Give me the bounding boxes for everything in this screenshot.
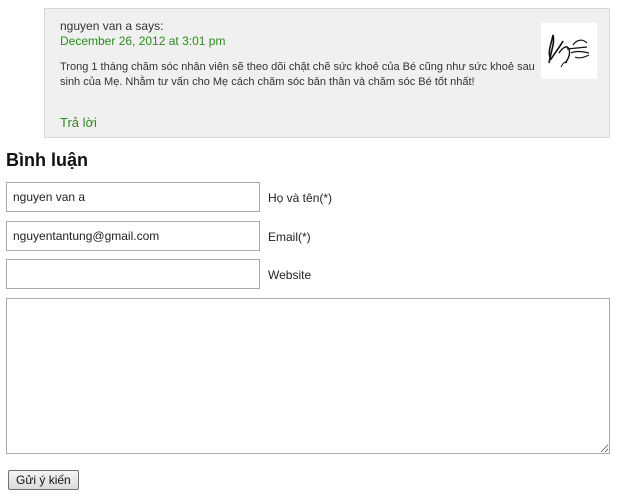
submit-button[interactable]: Gửi ý kiến (8, 470, 79, 490)
comment-page: nguyen van a says: December 26, 2012 at … (0, 0, 620, 494)
signature-avatar-icon (548, 34, 590, 68)
comment-text: Trong 1 tháng chăm sóc nhân viên sẽ theo… (60, 61, 535, 88)
name-field[interactable] (6, 182, 260, 212)
comment-author: nguyen van a says: (60, 19, 164, 33)
name-label: Họ và tên(*) (268, 191, 333, 205)
email-field[interactable] (6, 221, 260, 251)
website-label: Website (268, 268, 312, 282)
comment-date-link[interactable]: December 26, 2012 at 3:01 pm (60, 34, 225, 48)
website-field[interactable] (6, 259, 260, 289)
avatar (541, 23, 597, 79)
message-textarea[interactable] (6, 298, 610, 454)
comment-box: nguyen van a says: December 26, 2012 at … (44, 8, 610, 138)
comment-form-title: Bình luận (6, 150, 88, 170)
email-label: Email(*) (268, 230, 311, 244)
reply-link[interactable]: Trả lời (60, 115, 97, 130)
